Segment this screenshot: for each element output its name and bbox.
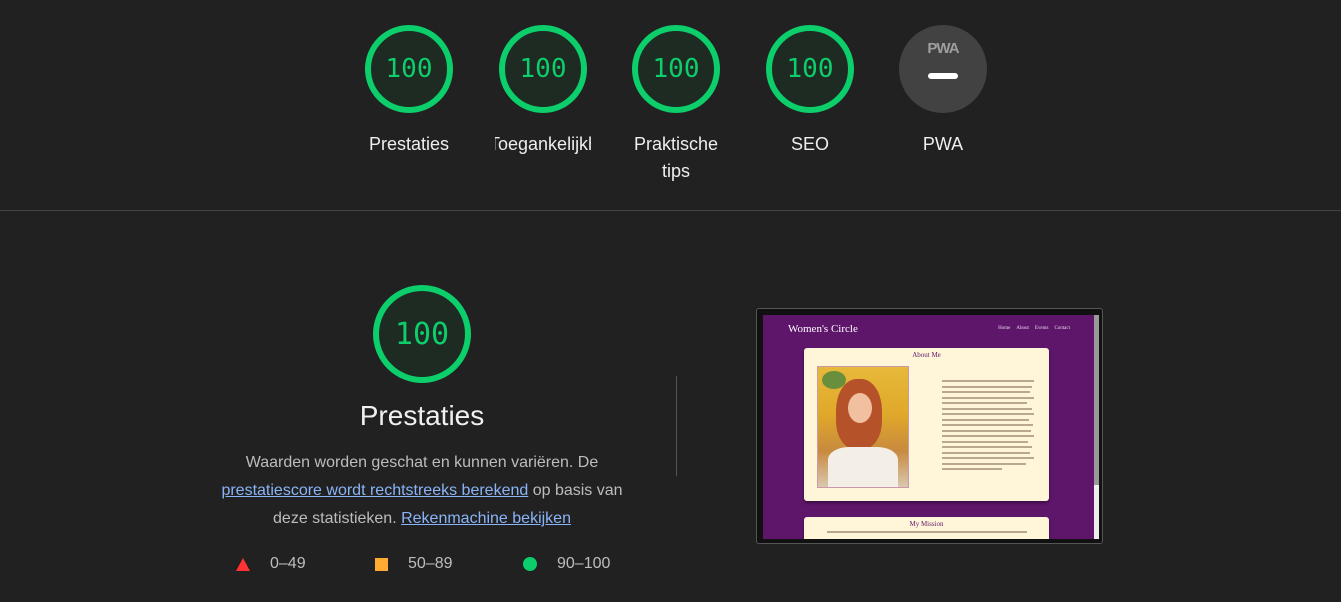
performance-score: 100: [385, 54, 433, 84]
score-legend: 0–49 50–89 90–100: [236, 555, 656, 579]
category-seo[interactable]: 100 SEO: [760, 25, 860, 158]
shirt-shape: [828, 447, 898, 487]
seo-gauge: 100: [766, 25, 854, 113]
screenshot-scrollbar: [1094, 315, 1099, 539]
mission-card-title: My Mission: [909, 520, 944, 528]
legend-fail: 0–49: [236, 555, 306, 573]
about-text-block: [942, 380, 1034, 474]
pwa-badge-icon: PWA: [899, 25, 987, 113]
site-brand: Women's Circle: [788, 323, 858, 335]
seo-label: SEO: [790, 134, 829, 154]
main-performance-gauge: 100: [373, 285, 471, 383]
pass-circle-icon: [523, 557, 537, 571]
screenshot-scroll-thumb: [1094, 315, 1099, 485]
final-screenshot[interactable]: Women's Circle Home About Events Contact…: [756, 308, 1103, 544]
average-square-icon: [375, 557, 388, 571]
site-nav-home: Home: [998, 326, 1011, 331]
category-pwa[interactable]: PWA PWA: [893, 25, 993, 158]
best-practices-label: Praktische tips: [633, 134, 719, 181]
about-card-title: About Me: [912, 351, 941, 359]
calculator-link[interactable]: Rekenmachine bekijken: [401, 510, 571, 527]
accessibility-score: 100: [519, 54, 567, 84]
fail-triangle-icon: [236, 557, 250, 571]
best-practices-gauge: 100: [632, 25, 720, 113]
portrait-image: [817, 366, 909, 488]
seo-score: 100: [786, 54, 834, 84]
vertical-separator: [676, 376, 677, 476]
performance-description: Waarden worden geschat en kunnen variëre…: [204, 449, 640, 533]
category-best-practices[interactable]: 100 Praktische tips: [626, 25, 726, 185]
category-performance[interactable]: 100 Prestaties: [359, 25, 459, 158]
legend-pass: 90–100: [523, 555, 610, 573]
pwa-label: PWA: [922, 134, 964, 154]
legend-pass-range: 90–100: [557, 555, 611, 572]
main-performance-score: 100: [394, 316, 450, 352]
performance-gauge: 100: [365, 25, 453, 113]
category-scores: 100 Prestaties 100 Toegankelijkheid 100 …: [0, 25, 1341, 185]
legend-average-range: 50–89: [408, 555, 453, 572]
about-card: About Me: [804, 348, 1049, 501]
mission-card: My Mission: [804, 517, 1049, 539]
best-practices-score: 100: [652, 54, 700, 84]
section-divider: [0, 210, 1341, 211]
pwa-badge-text: PWA: [927, 40, 959, 57]
site-nav-events: Events: [1034, 326, 1049, 331]
desc-text-1: Waarden worden geschat en kunnen variëre…: [245, 454, 599, 471]
face-shape: [848, 393, 872, 423]
legend-fail-range: 0–49: [270, 555, 306, 572]
performance-label: Prestaties: [368, 134, 450, 154]
main-performance-title: Prestaties: [359, 400, 485, 431]
site-nav: Home About Events Contact: [998, 326, 1070, 331]
site-nav-contact: Contact: [1054, 326, 1070, 331]
site-nav-about: About: [1016, 326, 1029, 331]
accessibility-gauge: 100: [499, 25, 587, 113]
category-accessibility[interactable]: 100 Toegankelijkheid: [493, 25, 593, 158]
accessibility-label: Toegankelijkheid: [495, 134, 591, 154]
screenshot-page: Women's Circle Home About Events Contact…: [763, 315, 1094, 539]
pwa-dash-icon: [928, 73, 958, 79]
legend-average: 50–89: [375, 555, 453, 573]
score-calculation-link[interactable]: prestatiescore wordt rechtstreeks bereke…: [221, 482, 528, 499]
